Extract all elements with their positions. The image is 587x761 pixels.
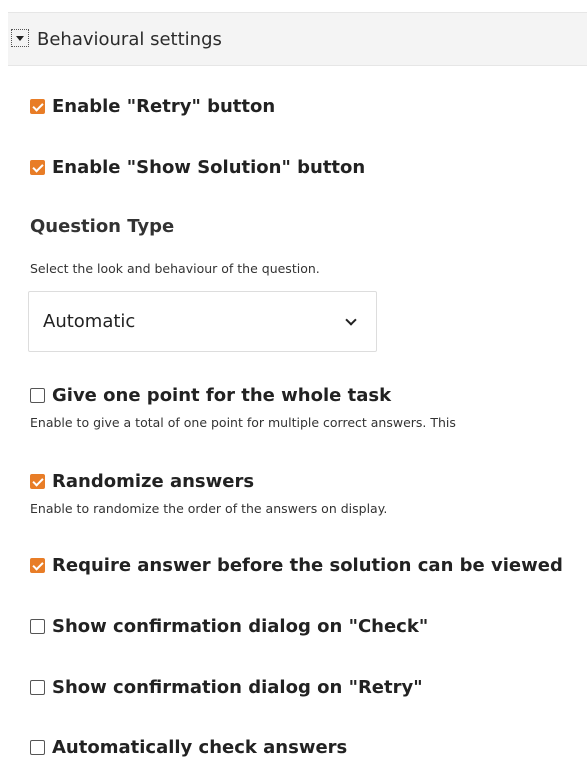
section-title: Behavioural settings bbox=[37, 29, 222, 50]
randomize-description: Enable to randomize the order of the ans… bbox=[30, 501, 388, 516]
require-answer-checkbox[interactable] bbox=[30, 558, 45, 573]
randomize-checkbox[interactable] bbox=[30, 474, 45, 489]
behavioural-settings-panel: Behavioural settings Enable "Retry" butt… bbox=[0, 0, 587, 761]
show-solution-label[interactable]: Enable "Show Solution" button bbox=[52, 157, 365, 179]
question-type-selected-value: Automatic bbox=[43, 311, 136, 332]
confirm-retry-checkbox[interactable] bbox=[30, 680, 45, 695]
auto-check-label[interactable]: Automatically check answers bbox=[52, 737, 347, 759]
single-point-label[interactable]: Give one point for the whole task bbox=[52, 385, 391, 407]
show-solution-checkbox[interactable] bbox=[30, 160, 45, 175]
retry-checkbox[interactable] bbox=[30, 99, 45, 114]
confirm-check-label[interactable]: Show confirmation dialog on "Check" bbox=[52, 616, 428, 638]
collapse-toggle-icon[interactable] bbox=[11, 29, 29, 47]
question-type-title: Question Type bbox=[30, 216, 175, 237]
randomize-label[interactable]: Randomize answers bbox=[52, 471, 254, 493]
section-header[interactable]: Behavioural settings bbox=[8, 12, 587, 66]
chevron-down-icon bbox=[345, 314, 357, 326]
auto-check-checkbox[interactable] bbox=[30, 740, 45, 755]
question-type-select[interactable]: Automatic bbox=[28, 291, 377, 352]
single-point-description: Enable to give a total of one point for … bbox=[30, 415, 456, 430]
confirm-retry-label[interactable]: Show confirmation dialog on "Retry" bbox=[52, 677, 423, 699]
require-answer-label[interactable]: Require answer before the solution can b… bbox=[52, 555, 563, 577]
retry-label[interactable]: Enable "Retry" button bbox=[52, 96, 275, 118]
question-type-description: Select the look and behaviour of the que… bbox=[30, 261, 320, 276]
single-point-checkbox[interactable] bbox=[30, 388, 45, 403]
confirm-check-checkbox[interactable] bbox=[30, 619, 45, 634]
